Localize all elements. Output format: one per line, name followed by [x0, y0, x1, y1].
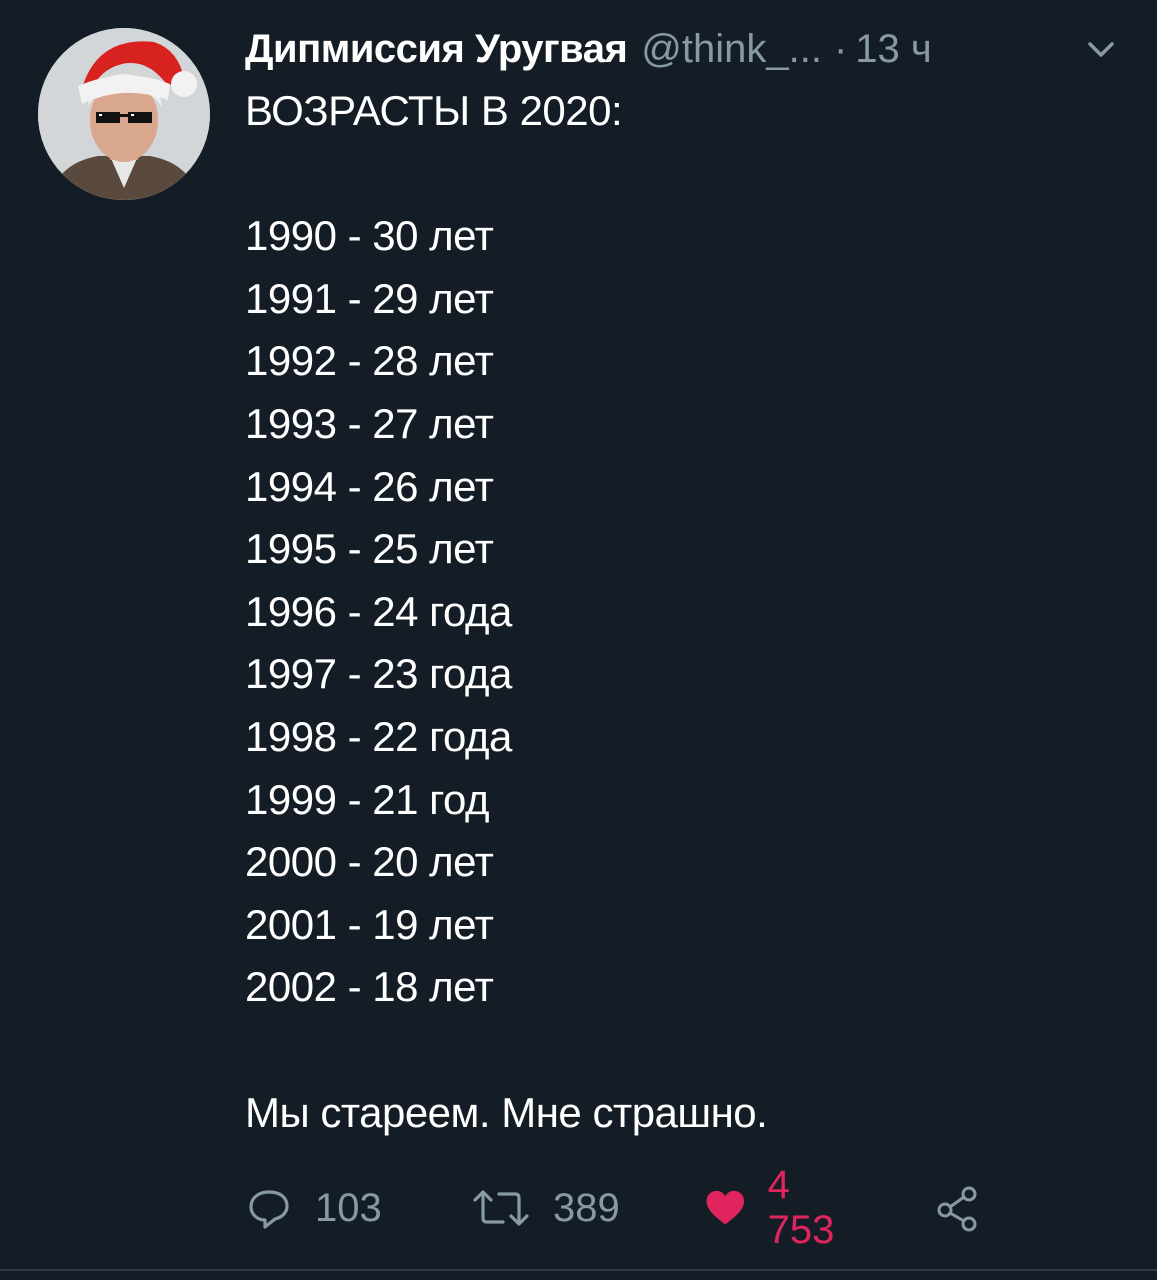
age-line: 1994 - 26 лет — [245, 462, 494, 510]
share-button[interactable] — [933, 1180, 981, 1236]
avatar[interactable] — [38, 28, 210, 200]
reply-icon — [249, 1190, 289, 1229]
age-line: 1990 - 30 лет — [245, 212, 494, 260]
like-count: 4 753 — [767, 1163, 835, 1252]
tweet-text: ВОЗРАСТЫ В 2020: 1990 - 30 лет 1991 - 29… — [245, 80, 768, 1144]
author-handle[interactable]: @think_... — [641, 27, 822, 72]
separator-dot: · — [833, 26, 848, 71]
age-line: 1991 - 29 лет — [245, 274, 494, 322]
age-line: 1996 - 24 года — [245, 587, 512, 635]
age-line: 2001 - 19 лет — [245, 900, 494, 948]
chevron-down-icon[interactable] — [1084, 38, 1118, 62]
age-line: 1995 - 25 лет — [245, 525, 494, 573]
retweet-button[interactable]: 389 — [471, 1180, 620, 1236]
tweet-header: Дипмиссия Уругвая @think_... · 13 ч — [245, 24, 932, 74]
age-line: 2000 - 20 лет — [245, 838, 494, 886]
author-name[interactable]: Дипмиссия Уругвая — [245, 27, 628, 72]
age-line: 1998 - 22 года — [245, 712, 512, 760]
tweet-heading: ВОЗРАСТЫ В 2020: — [245, 87, 623, 134]
age-line: 2002 - 18 лет — [245, 963, 494, 1011]
age-line: 1999 - 21 год — [245, 775, 489, 823]
share-icon — [937, 1186, 977, 1232]
age-line: 1992 - 28 лет — [245, 337, 494, 385]
age-line: 1993 - 27 лет — [245, 399, 494, 447]
retweet-count: 389 — [553, 1185, 620, 1230]
reply-button[interactable]: 103 — [245, 1180, 382, 1236]
heart-icon — [706, 1190, 745, 1225]
reply-count: 103 — [315, 1185, 382, 1230]
timestamp[interactable]: 13 ч — [855, 27, 931, 72]
like-button[interactable]: 4 753 — [705, 1163, 846, 1252]
age-line: 1997 - 23 года — [245, 650, 512, 698]
tweet: Дипмиссия Уругвая @think_... · 13 ч ВОЗР… — [0, 0, 1157, 1280]
retweet-icon — [473, 1190, 529, 1226]
tweet-closing: Мы стареем. Мне страшно. — [245, 1088, 768, 1136]
divider — [0, 1269, 1157, 1271]
